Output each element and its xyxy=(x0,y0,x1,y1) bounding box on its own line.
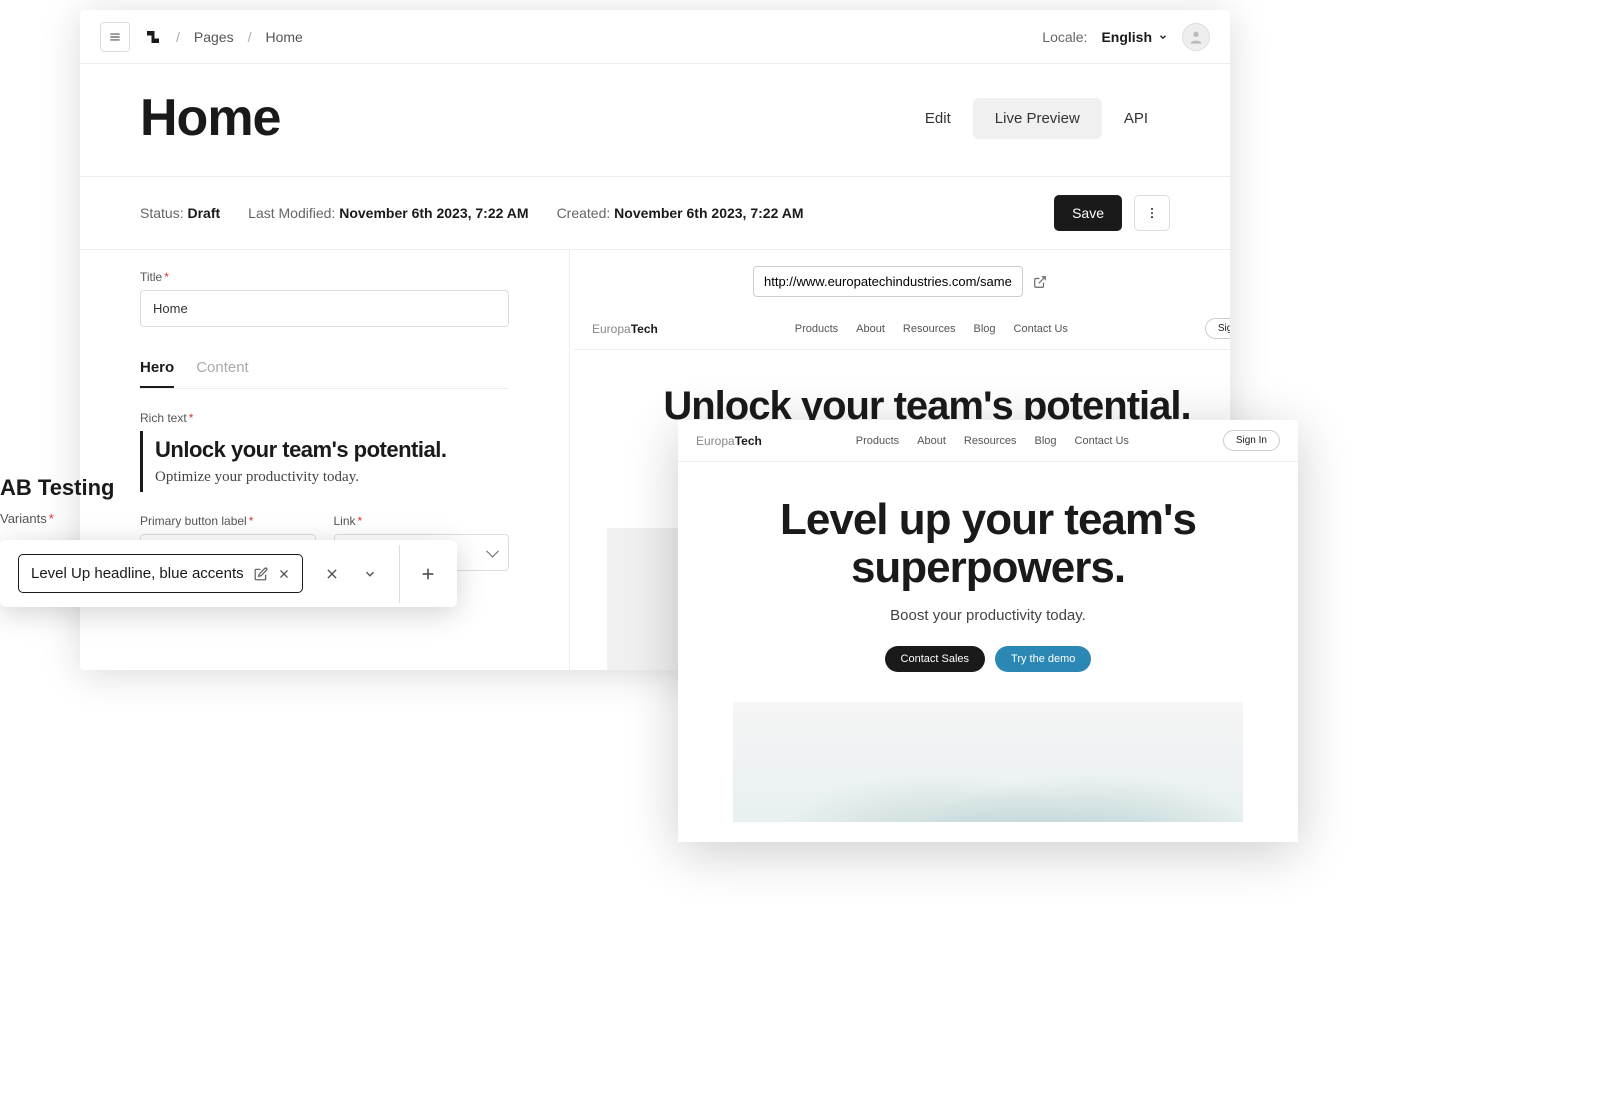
tab-live-preview[interactable]: Live Preview xyxy=(973,98,1102,139)
preview-menu: Products About Resources Blog Contact Us xyxy=(795,323,1068,335)
ab-variants-label: Variants* xyxy=(0,511,457,526)
menu-button[interactable] xyxy=(100,22,130,52)
signin-button[interactable]: Sign In xyxy=(1223,430,1280,451)
app-logo-icon[interactable] xyxy=(144,28,162,46)
nav-item[interactable]: Contact Us xyxy=(1014,323,1068,335)
created-chip: Created: November 6th 2023, 7:22 AM xyxy=(557,205,804,221)
remove-variant-button[interactable] xyxy=(313,555,351,593)
locale-value: English xyxy=(1101,29,1152,45)
nav-item[interactable]: Blog xyxy=(973,323,995,335)
richtext-label: Rich text* xyxy=(140,411,509,425)
user-icon xyxy=(1188,29,1204,45)
nav-item[interactable]: Contact Us xyxy=(1075,435,1129,447)
tab-api[interactable]: API xyxy=(1102,98,1170,139)
preview-subhead: Boost your productivity today. xyxy=(702,607,1274,624)
preview-menu: Products About Resources Blog Contact Us xyxy=(856,435,1129,447)
status-chip: Status: Draft xyxy=(140,205,220,221)
close-icon xyxy=(325,567,339,581)
logo-icon xyxy=(144,28,162,46)
hamburger-icon xyxy=(108,30,122,44)
ab-testing-panel: AB Testing Variants* Level Up headline, … xyxy=(0,475,457,607)
edit-icon[interactable] xyxy=(254,567,268,581)
preview-url-bar xyxy=(594,266,1206,297)
modified-chip: Last Modified: November 6th 2023, 7:22 A… xyxy=(248,205,528,221)
breadcrumb-sep: / xyxy=(248,29,252,45)
close-icon[interactable] xyxy=(278,568,290,580)
nav-item[interactable]: About xyxy=(856,323,885,335)
topbar-left: / Pages / Home xyxy=(100,22,303,52)
nav-item[interactable]: Products xyxy=(795,323,838,335)
preview-logo: EuropaTech xyxy=(696,434,762,448)
status-actions: Save xyxy=(1054,195,1170,231)
form-panel: Title* Hero Content Rich text* Unlock yo… xyxy=(80,250,570,670)
page-title: Home xyxy=(140,88,280,148)
variant-name: Level Up headline, blue accents xyxy=(31,565,244,582)
title-label: Title* xyxy=(140,270,509,284)
ab-testing-title: AB Testing xyxy=(0,475,457,501)
save-button[interactable]: Save xyxy=(1054,195,1122,231)
status-meta: Status: Draft Last Modified: November 6t… xyxy=(140,205,804,221)
title-input[interactable] xyxy=(140,290,509,327)
sub-tab-hero[interactable]: Hero xyxy=(140,349,174,388)
page-tabs: Edit Live Preview API xyxy=(903,98,1170,139)
title-field: Title* xyxy=(140,270,509,327)
chevron-down-icon xyxy=(1158,32,1168,42)
sub-tab-content[interactable]: Content xyxy=(196,349,249,388)
locale-select[interactable]: English xyxy=(1101,29,1168,45)
contact-sales-button[interactable]: Contact Sales xyxy=(885,646,985,672)
more-menu-button[interactable] xyxy=(1134,195,1170,231)
locale-label: Locale: xyxy=(1042,29,1087,45)
nav-item[interactable]: Resources xyxy=(964,435,1017,447)
nav-item[interactable]: Blog xyxy=(1034,435,1056,447)
variant-chip[interactable]: Level Up headline, blue accents xyxy=(18,554,303,593)
expand-variant-button[interactable] xyxy=(351,555,389,593)
variant-card: Level Up headline, blue accents xyxy=(0,540,457,607)
status-bar: Status: Draft Last Modified: November 6t… xyxy=(80,176,1230,250)
add-variant-button[interactable] xyxy=(399,545,457,603)
page-header: Home Edit Live Preview API xyxy=(80,64,1230,176)
preview-url-input[interactable] xyxy=(753,266,1023,297)
sub-tabs: Hero Content xyxy=(140,349,509,389)
preview-buttons: Contact Sales Try the demo xyxy=(702,646,1274,672)
preview-variant-b: EuropaTech Products About Resources Blog… xyxy=(678,420,1298,842)
top-bar: / Pages / Home Locale: English xyxy=(80,10,1230,64)
preview-image-placeholder xyxy=(733,702,1243,822)
chevron-down-icon xyxy=(363,567,377,581)
tab-edit[interactable]: Edit xyxy=(903,98,973,139)
preview-nav: EuropaTech Products About Resources Blog… xyxy=(678,420,1298,462)
richtext-headline: Unlock your team's potential. xyxy=(155,437,509,463)
preview-headline: Level up your team's superpowers. xyxy=(702,496,1274,593)
try-demo-button[interactable]: Try the demo xyxy=(995,646,1091,672)
external-link-icon[interactable] xyxy=(1033,275,1047,289)
plus-icon xyxy=(420,566,436,582)
preview-nav: EuropaTech Products About Resources Blog… xyxy=(574,308,1230,350)
breadcrumb-current: Home xyxy=(265,29,302,45)
topbar-right: Locale: English xyxy=(1042,23,1210,51)
nav-item[interactable]: Products xyxy=(856,435,899,447)
variant-actions xyxy=(303,555,399,593)
nav-item[interactable]: Resources xyxy=(903,323,956,335)
preview-hero: Level up your team's superpowers. Boost … xyxy=(678,462,1298,842)
dots-vertical-icon xyxy=(1145,206,1159,220)
nav-item[interactable]: About xyxy=(917,435,946,447)
user-avatar[interactable] xyxy=(1182,23,1210,51)
preview-logo: EuropaTech xyxy=(592,322,658,336)
breadcrumb-sep: / xyxy=(176,29,180,45)
breadcrumb-pages[interactable]: Pages xyxy=(194,29,234,45)
signin-button[interactable]: Sign In xyxy=(1205,318,1230,339)
